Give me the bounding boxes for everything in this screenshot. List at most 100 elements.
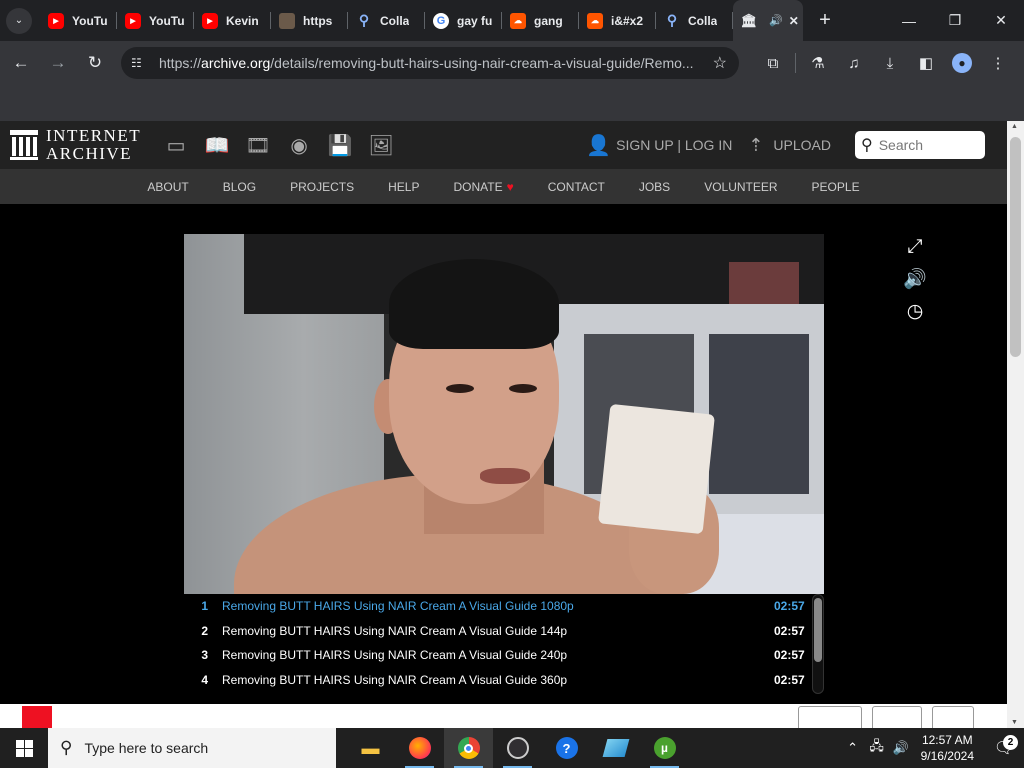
restore-button[interactable]: ❐ xyxy=(932,0,978,41)
playlist-item[interactable]: 1 Removing BUTT HAIRS Using NAIR Cream A … xyxy=(184,594,824,619)
user-icon[interactable]: 👤 xyxy=(586,133,611,157)
browser-tab[interactable]: ▶ YouTu xyxy=(40,0,117,41)
start-button[interactable] xyxy=(0,728,48,768)
fullscreen-icon[interactable]: ⤢ xyxy=(902,234,928,260)
search-icon: ⚲ xyxy=(60,738,73,757)
nav-item-about[interactable]: ABOUT xyxy=(147,180,188,194)
nav-item-blog[interactable]: BLOG xyxy=(223,180,256,194)
obs-icon xyxy=(506,737,529,759)
browser-tab[interactable]: ⚲ Colla xyxy=(348,0,425,41)
scroll-up-icon[interactable]: ▲ xyxy=(1011,123,1018,130)
nav-item-projects[interactable]: PROJECTS xyxy=(290,180,354,194)
playlist-scroll-thumb[interactable] xyxy=(814,598,822,662)
ia-logo[interactable]: INTERNET ARCHIVE xyxy=(10,127,141,163)
site-info-icon[interactable]: ☷ xyxy=(131,56,151,70)
player-side-controls: ⤢ 🔊 ◷ xyxy=(900,234,930,330)
nav-item-contact[interactable]: CONTACT xyxy=(548,180,605,194)
browser-tab[interactable]: ☁ i&#x2 xyxy=(579,0,656,41)
search-input[interactable] xyxy=(878,137,975,153)
utorrent-icon: µ xyxy=(653,737,676,759)
google-icon: G xyxy=(433,12,449,29)
extensions-icon[interactable]: ⧉ xyxy=(755,47,791,79)
browser-tab[interactable]: https xyxy=(271,0,348,41)
page-tab-button[interactable] xyxy=(798,706,862,728)
page-scroll-thumb[interactable] xyxy=(1010,137,1021,357)
nav-item-label: PEOPLE xyxy=(811,179,860,194)
nav-item-people[interactable]: PEOPLE xyxy=(812,180,860,194)
youtube-icon: ▶ xyxy=(48,12,64,29)
scroll-down-icon[interactable]: ▼ xyxy=(1011,719,1018,726)
taskbar-clock[interactable]: 12:57 AM 9/16/2024 xyxy=(921,732,974,764)
close-tab-icon[interactable]: ✕ xyxy=(789,14,799,28)
nav-item-jobs[interactable]: JOBS xyxy=(639,180,670,194)
close-window-button[interactable]: ✕ xyxy=(978,0,1024,41)
browser-menu-icon[interactable]: ⋮ xyxy=(980,47,1016,79)
tab-title: https xyxy=(303,13,333,28)
browser-tab[interactable]: ▶ YouTu xyxy=(117,0,194,41)
texts-book-icon[interactable]: 📖 xyxy=(204,132,230,158)
url-text[interactable]: https://archive.org/details/removing-but… xyxy=(159,55,704,71)
audio-speaker-icon[interactable]: ◉ xyxy=(286,132,312,158)
images-icon[interactable]: 🖼 xyxy=(368,132,394,158)
taskbar-app[interactable] xyxy=(591,728,640,768)
chevron-up-icon[interactable]: ⌃ xyxy=(841,740,865,756)
nav-item-volunteer[interactable]: VOLUNTEER xyxy=(704,180,777,194)
web-icon[interactable]: ▭ xyxy=(163,132,189,158)
taskbar-search-box[interactable]: ⚲ Type here to search xyxy=(48,728,336,768)
nav-item-help[interactable]: HELP xyxy=(388,180,419,194)
taskbar-obs[interactable] xyxy=(493,728,542,768)
media-controls-icon[interactable]: ♫ xyxy=(836,47,872,79)
forward-button[interactable]: → xyxy=(42,47,74,79)
page-scrollbar[interactable]: ▲ ▼ xyxy=(1007,121,1024,728)
taskbar-file-explorer[interactable]: ▬ xyxy=(346,728,395,768)
playlist-item[interactable]: 2 Removing BUTT HAIRS Using NAIR Cream A … xyxy=(184,619,824,644)
ia-nav-bar: ABOUT BLOG PROJECTS HELP DONATE ♥ CONTACT JOBS V… xyxy=(0,169,1007,204)
video-person-mouth xyxy=(480,468,530,484)
audio-playing-icon[interactable]: 🔊 xyxy=(769,14,783,27)
taskbar-chrome[interactable] xyxy=(444,728,493,768)
playlist-item[interactable]: 4 Removing BUTT HAIRS Using NAIR Cream A … xyxy=(184,668,824,693)
ia-search-box[interactable]: ⚲ xyxy=(855,131,985,159)
download-icon[interactable]: ⤓ xyxy=(872,47,908,79)
profile-avatar[interactable]: ● xyxy=(944,47,980,79)
labs-flask-icon[interactable]: ⚗ xyxy=(800,47,836,79)
bookmark-star-icon[interactable]: ☆ xyxy=(713,53,727,73)
browser-tab[interactable]: ⚲ Colla xyxy=(656,0,733,41)
upload-link[interactable]: UPLOAD xyxy=(773,137,831,153)
page-content-below xyxy=(0,704,1007,728)
upload-icon[interactable]: ⇡ xyxy=(748,135,763,156)
minimize-button[interactable]: — xyxy=(886,0,932,41)
tab-search-dropdown-icon[interactable]: ⌄ xyxy=(6,7,32,34)
network-icon[interactable]: 🖧 xyxy=(865,737,889,759)
video-player[interactable] xyxy=(184,234,824,594)
browser-tab[interactable]: ▶ Kevin xyxy=(194,0,271,41)
page-tab-button[interactable] xyxy=(872,706,922,728)
tab-title: i&#x2 xyxy=(611,13,644,28)
software-floppy-icon[interactable]: 💾 xyxy=(327,132,353,158)
taskbar-help[interactable]: ? xyxy=(542,728,591,768)
back-button[interactable]: ← xyxy=(5,47,37,79)
volume-icon[interactable]: 🔊 xyxy=(902,266,928,292)
playlist-item[interactable]: 3 Removing BUTT HAIRS Using NAIR Cream A … xyxy=(184,643,824,668)
nav-item-label: ABOUT xyxy=(147,179,189,194)
notification-center[interactable]: 🗨 2 xyxy=(984,735,1024,758)
address-bar[interactable]: ☷ https://archive.org/details/removing-b… xyxy=(121,47,739,79)
video-person-eye xyxy=(446,384,474,393)
side-panel-icon[interactable]: ◧ xyxy=(908,47,944,79)
tab-active-archive[interactable]: 🏛 🔊 ✕ xyxy=(733,0,803,41)
taskbar-apps: ▬ ? µ xyxy=(346,728,689,768)
new-tab-button[interactable]: + xyxy=(811,7,839,35)
taskbar-firefox[interactable] xyxy=(395,728,444,768)
video-film-icon[interactable]: 🎞 xyxy=(245,132,271,158)
page-tab-button[interactable] xyxy=(932,706,974,728)
image-icon xyxy=(279,12,295,29)
playlist-scrollbar[interactable] xyxy=(812,594,824,694)
taskbar-utorrent[interactable]: µ xyxy=(640,728,689,768)
reload-button[interactable]: ↻ xyxy=(79,47,111,79)
browser-tab[interactable]: ☁ gang xyxy=(502,0,579,41)
nav-item-donate[interactable]: DONATE ♥ xyxy=(453,180,513,194)
signup-login-link[interactable]: SIGN UP | LOG IN xyxy=(616,137,732,153)
clock-icon[interactable]: ◷ xyxy=(902,298,928,324)
browser-tab[interactable]: Ggay fu xyxy=(425,0,502,41)
volume-icon[interactable]: 🔊 xyxy=(889,740,913,756)
